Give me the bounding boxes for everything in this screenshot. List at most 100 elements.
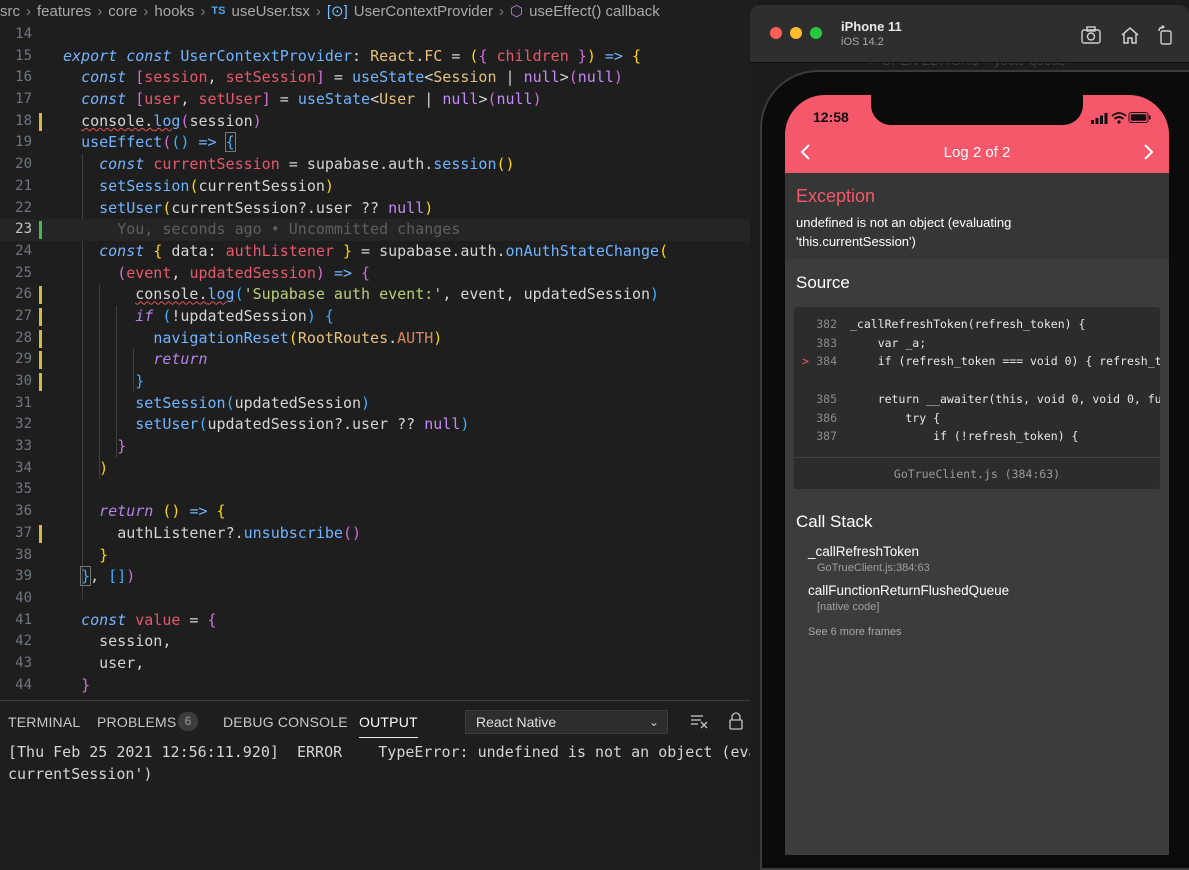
breadcrumb-item-file[interactable]: useUser.tsx [231,3,309,20]
code-line: 33 } [0,436,760,458]
code-line: 39 }, []) [0,566,760,588]
line-number: 15 [15,47,32,64]
simulator-titlebar: iPhone 11 iOS 14.2 [750,5,1189,63]
output-channel-value: React Native [476,714,557,730]
line-number: 42 [15,633,32,650]
variable-symbol-icon: [⊙] [326,3,348,20]
code-line: 28 navigationReset(RootRoutes.AUTH) [0,328,760,350]
added-line-marker [39,221,42,240]
modified-line-marker [39,351,42,370]
code-line: 43 user, [0,653,760,675]
phone-screen: 12:58 Log 2 of 2 Exception undefined is … [785,95,1169,855]
line-number: 37 [15,524,32,541]
chevron-right-icon[interactable] [1141,143,1155,161]
code-editor[interactable]: src › features › core › hooks › TS useUser.t… [0,0,760,700]
code-line: 32 setUser(updatedSession?.user ?? null) [0,414,760,436]
code-line: 41 const value = { [0,610,760,632]
line-number: 35 [15,481,32,498]
line-number: 40 [15,589,32,606]
code-line: 40 [0,588,760,610]
code-area[interactable]: 14 15 export const UserContextProvider: R… [0,24,760,696]
modified-line-marker [39,524,42,543]
modified-line-marker [39,307,42,326]
code-line: 24 const { data: authListener } = supaba… [0,241,760,263]
line-number: 30 [15,373,32,389]
stack-frame-name[interactable]: _callRefreshToken [808,544,919,559]
line-number: 39 [15,568,32,585]
code-line: 35 [0,479,760,501]
modified-line-marker [39,373,42,391]
line-number: 21 [15,177,32,194]
code-line: 15 export const UserContextProvider: Reac… [0,46,760,68]
output-channel-select[interactable]: React Native ⌄ [465,710,668,734]
line-number: 27 [15,307,32,324]
modified-line-marker [39,329,42,348]
tab-problems[interactable]: PROBLEMS [97,714,176,730]
tab-terminal[interactable]: TERMINAL [8,714,80,730]
code-line: 38 } [0,545,760,567]
lock-scroll-icon[interactable] [728,712,744,730]
stack-frame-name[interactable]: callFunctionReturnFlushedQueue [808,583,1009,598]
chevron-right-icon: › [200,2,206,20]
divider [794,457,1160,458]
tab-output[interactable]: OUTPUT [359,714,418,738]
output-line: [Thu Feb 25 2021 12:56:11.920] ERROR Typ… [8,743,760,761]
breadcrumb-item-callback[interactable]: useEffect() callback [529,3,660,20]
typescript-file-icon: TS [211,5,226,17]
breadcrumb-item-src[interactable]: src [0,3,20,20]
device-name: iPhone 11 [841,19,902,34]
close-window-button[interactable] [770,27,782,39]
code-line: 18 console.log(session) [0,111,760,133]
clear-output-icon[interactable] [690,712,708,730]
code-line: 16 const [session, setSession] = useStat… [0,67,760,89]
source-file-location[interactable]: GoTrueClient.js (384:63) [794,467,1160,481]
line-number: 26 [15,286,32,303]
code-line-current: 23 You, seconds ago • Uncommitted change… [0,219,760,241]
line-number: 43 [15,654,32,671]
line-number: 22 [15,199,32,216]
modified-line-marker [39,112,42,131]
panel-tabs: TERMINAL PROBLEMS 6 DEBUG CONSOLE OUTPUT… [0,701,760,743]
see-more-frames-link[interactable]: See 6 more frames [808,626,902,638]
line-number: 32 [15,416,32,433]
code-line: 20 const currentSession = supabase.auth.… [0,154,760,176]
line-number: 19 [15,134,32,151]
exception-message: undefined is not an object (evaluating '… [796,215,1012,249]
stack-frame-location: GoTrueClient.js:384:63 [817,562,930,574]
source-line: 387 if (!refresh_token) { [816,429,1079,443]
chevron-right-icon: › [97,2,103,20]
breadcrumb-item-core[interactable]: core [108,3,137,20]
code-line: 30 } [0,371,760,393]
line-number: 44 [15,676,32,693]
screenshot-icon[interactable] [1080,25,1102,45]
code-line: 31 setSession(updatedSession) [0,393,760,415]
git-blame-annotation: You, seconds ago • Uncommitted changes [117,220,461,239]
line-number: 14 [15,26,32,42]
breadcrumb-item-symbol[interactable]: UserContextProvider [354,3,493,20]
line-number: 36 [15,503,32,520]
log-navigation-title: Log 2 of 2 [943,144,1011,161]
line-number: 41 [15,611,32,628]
source-line: 386 try { [816,411,941,425]
home-icon[interactable] [1119,25,1141,45]
callstack-heading: Call Stack [796,512,873,531]
code-line: 14 [0,24,760,46]
bottom-panel: TERMINAL PROBLEMS 6 DEBUG CONSOLE OUTPUT… [0,700,760,856]
zoom-window-button[interactable] [810,27,822,39]
line-number: 33 [15,438,32,455]
code-line: 19 useEffect(() => { [0,132,760,154]
source-line-highlighted: >384 if (refresh_token === void 0) { ref… [802,354,1160,368]
code-line: 21 setSession(currentSession) [0,176,760,198]
minimize-window-button[interactable] [790,27,802,39]
rotate-icon[interactable] [1155,25,1177,45]
wifi-icon [1111,112,1127,124]
breadcrumb-item-features[interactable]: features [37,3,91,20]
line-number: 16 [15,69,32,86]
line-number: 24 [15,242,32,259]
breadcrumb-item-hooks[interactable]: hooks [154,3,194,20]
line-number: 28 [15,329,32,346]
source-line: 383 var _a; [816,336,927,350]
tab-debug-console[interactable]: DEBUG CONSOLE [223,714,348,730]
code-line: 27 if (!updatedSession) { [0,306,760,328]
source-code-frame[interactable]: 382 _callRefreshToken(refresh_token) { 38… [794,307,1160,489]
